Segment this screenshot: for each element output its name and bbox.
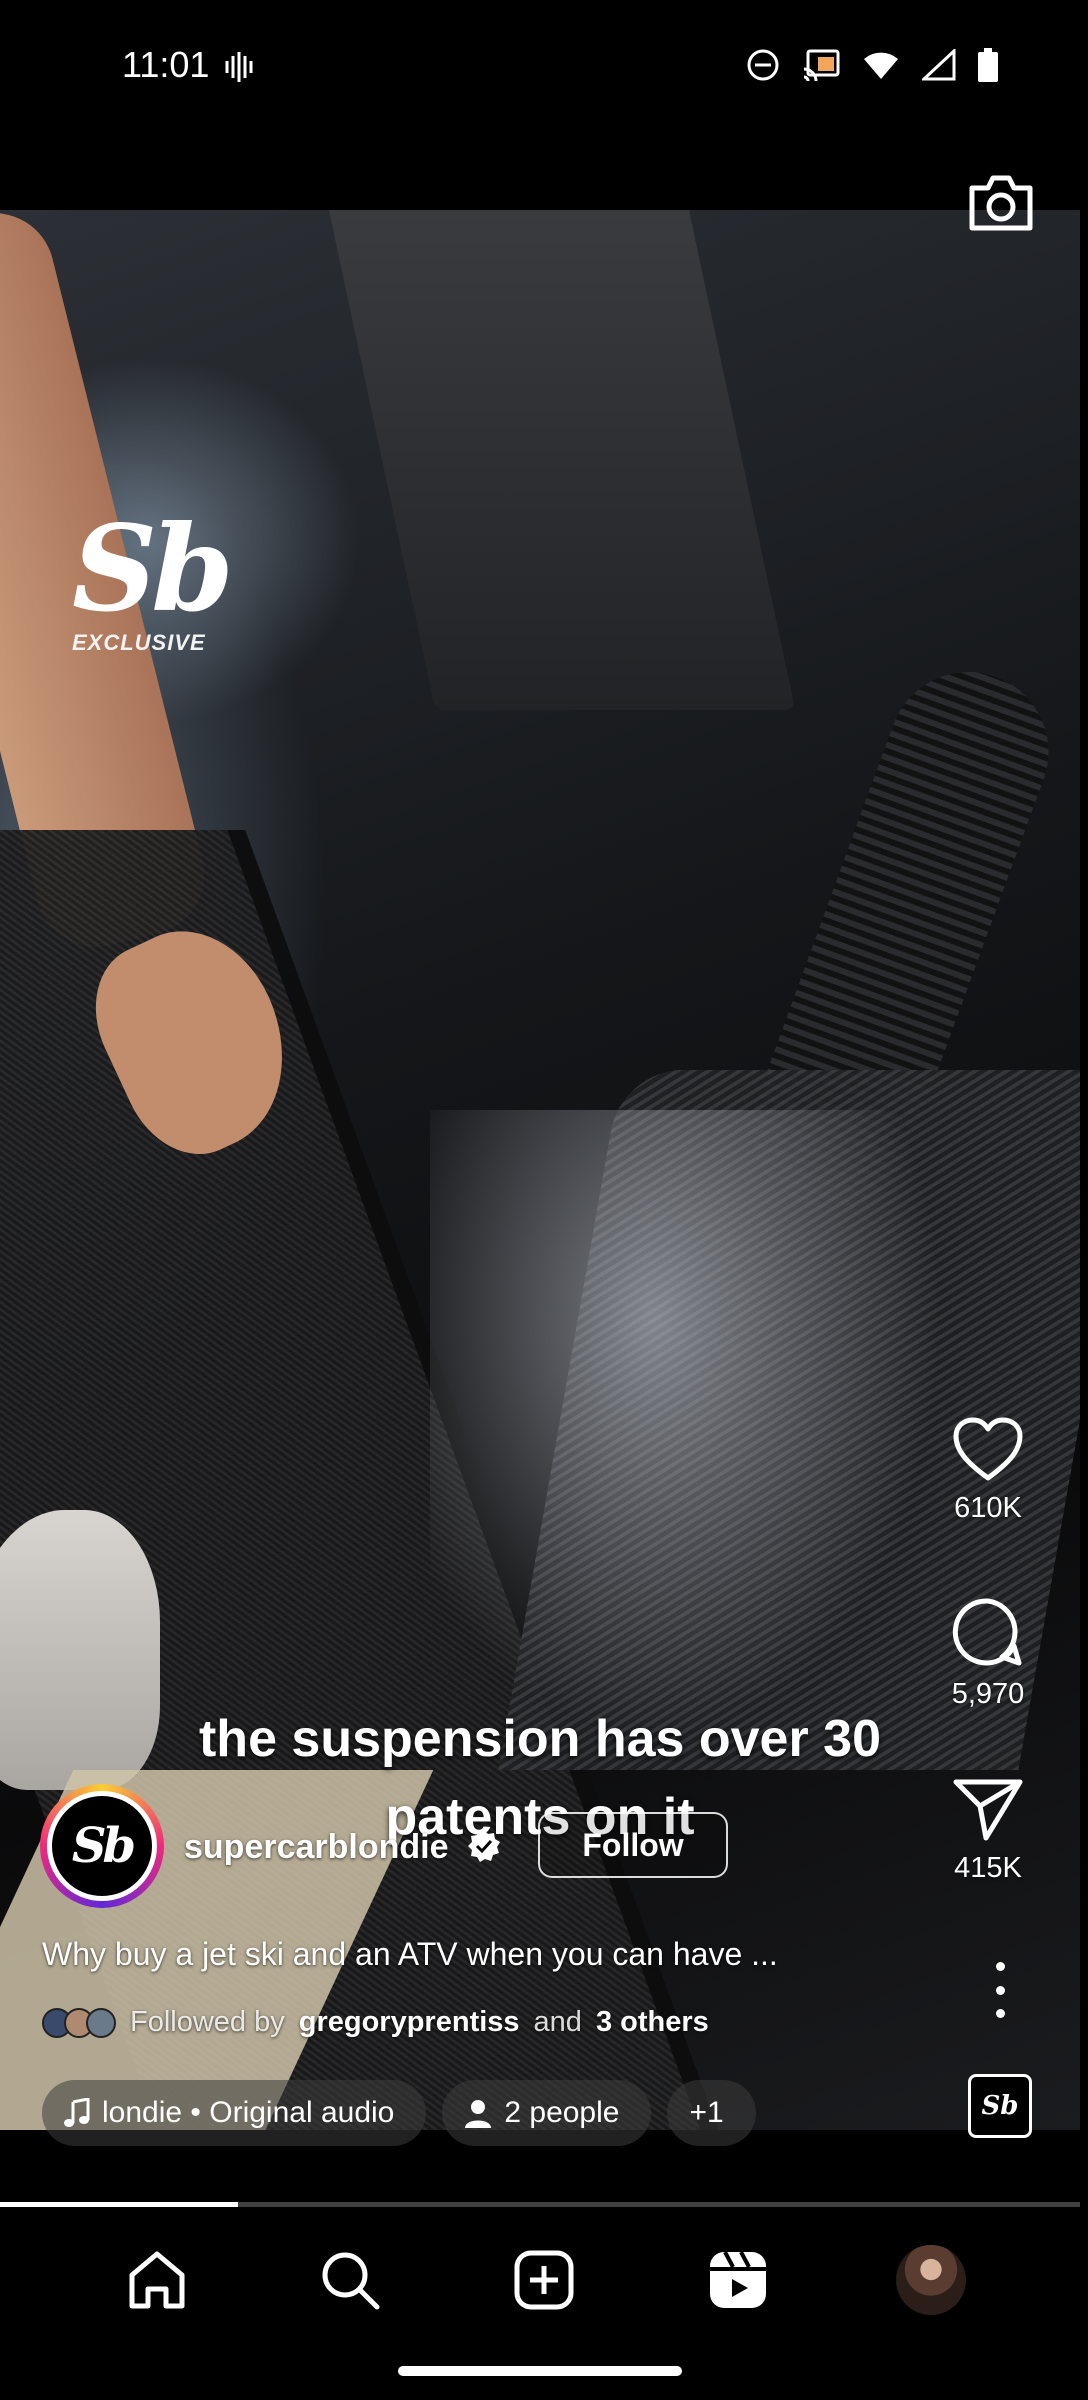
- person-icon: [465, 2100, 492, 2128]
- status-time: 11:01: [122, 44, 210, 85]
- music-note-icon: [64, 2098, 90, 2127]
- follower-avatars: [42, 2007, 116, 2038]
- followed-by-prefix: Followed by: [130, 2006, 285, 2038]
- nav-create[interactable]: [504, 2240, 584, 2320]
- profile-avatar[interactable]: [896, 2245, 967, 2315]
- video-progress-bar[interactable]: [0, 2202, 1080, 2207]
- reel-pills: londie • Original audio 2 people +1: [42, 2080, 756, 2146]
- like-action[interactable]: 610K: [928, 1416, 1048, 1525]
- share-action[interactable]: 415K: [928, 1776, 1048, 1885]
- watermark-label: EXCLUSIVE: [72, 630, 206, 655]
- author-username[interactable]: supercarblondie: [184, 1828, 449, 1867]
- add-square-icon[interactable]: [513, 2249, 575, 2311]
- nav-reels[interactable]: [698, 2240, 778, 2320]
- wifi-icon: [864, 52, 898, 79]
- video-console: [324, 210, 796, 710]
- cast-icon: [803, 49, 840, 81]
- status-bar: 11:01: [0, 0, 1088, 130]
- more-vertical-icon[interactable]: [984, 1962, 1016, 2018]
- reels-icon[interactable]: [707, 2249, 769, 2311]
- nav-home[interactable]: [117, 2240, 197, 2320]
- watermark-logo: Sb: [72, 499, 234, 638]
- verified-badge-icon: [468, 1830, 500, 1862]
- comment-icon[interactable]: [952, 1596, 1024, 1668]
- signal-icon: [922, 49, 956, 81]
- home-indicator[interactable]: [398, 2366, 682, 2376]
- avatar-initials: Sb: [52, 1796, 152, 1896]
- people-label: 2 people: [504, 2096, 620, 2129]
- vibrate-icon: [225, 52, 253, 82]
- video-shoe: [0, 1510, 160, 1790]
- watermark: Sb EXCLUSIVE: [72, 499, 234, 656]
- followed-by-others: 3 others: [595, 2006, 709, 2038]
- nav-profile[interactable]: [891, 2240, 971, 2320]
- camera-icon[interactable]: [966, 172, 1036, 234]
- comment-action[interactable]: 5,970: [928, 1596, 1048, 1711]
- home-icon[interactable]: [126, 2249, 188, 2311]
- search-icon[interactable]: [319, 2249, 381, 2311]
- like-count: 610K: [954, 1492, 1022, 1524]
- share-count: 415K: [954, 1852, 1022, 1884]
- audio-label: londie • Original audio: [102, 2096, 395, 2129]
- followed-by-user: gregoryprentiss: [298, 2006, 520, 2038]
- followed-by[interactable]: Followed by gregoryprentiss and 3 others: [42, 2006, 709, 2039]
- comment-count: 5,970: [951, 1678, 1025, 1710]
- people-pill[interactable]: 2 people: [442, 2080, 652, 2146]
- do-not-disturb-icon: [747, 49, 779, 81]
- author-avatar[interactable]: Sb: [40, 1784, 164, 1908]
- audio-thumbnail[interactable]: Sb: [968, 2074, 1032, 2138]
- audio-pill[interactable]: londie • Original audio: [42, 2080, 427, 2146]
- followed-by-joiner: and: [533, 2006, 582, 2038]
- nav-search[interactable]: [310, 2240, 390, 2320]
- more-pill[interactable]: +1: [667, 2080, 756, 2146]
- battery-icon: [978, 48, 998, 82]
- follow-button[interactable]: Follow: [538, 1812, 728, 1878]
- video-progress-fill: [0, 2202, 238, 2207]
- reel-description[interactable]: Why buy a jet ski and an ATV when you ca…: [42, 1936, 778, 1973]
- heart-icon[interactable]: [952, 1416, 1024, 1482]
- send-icon[interactable]: [952, 1776, 1024, 1842]
- more-pill-label: +1: [689, 2096, 724, 2129]
- bottom-nav: [0, 2220, 1088, 2340]
